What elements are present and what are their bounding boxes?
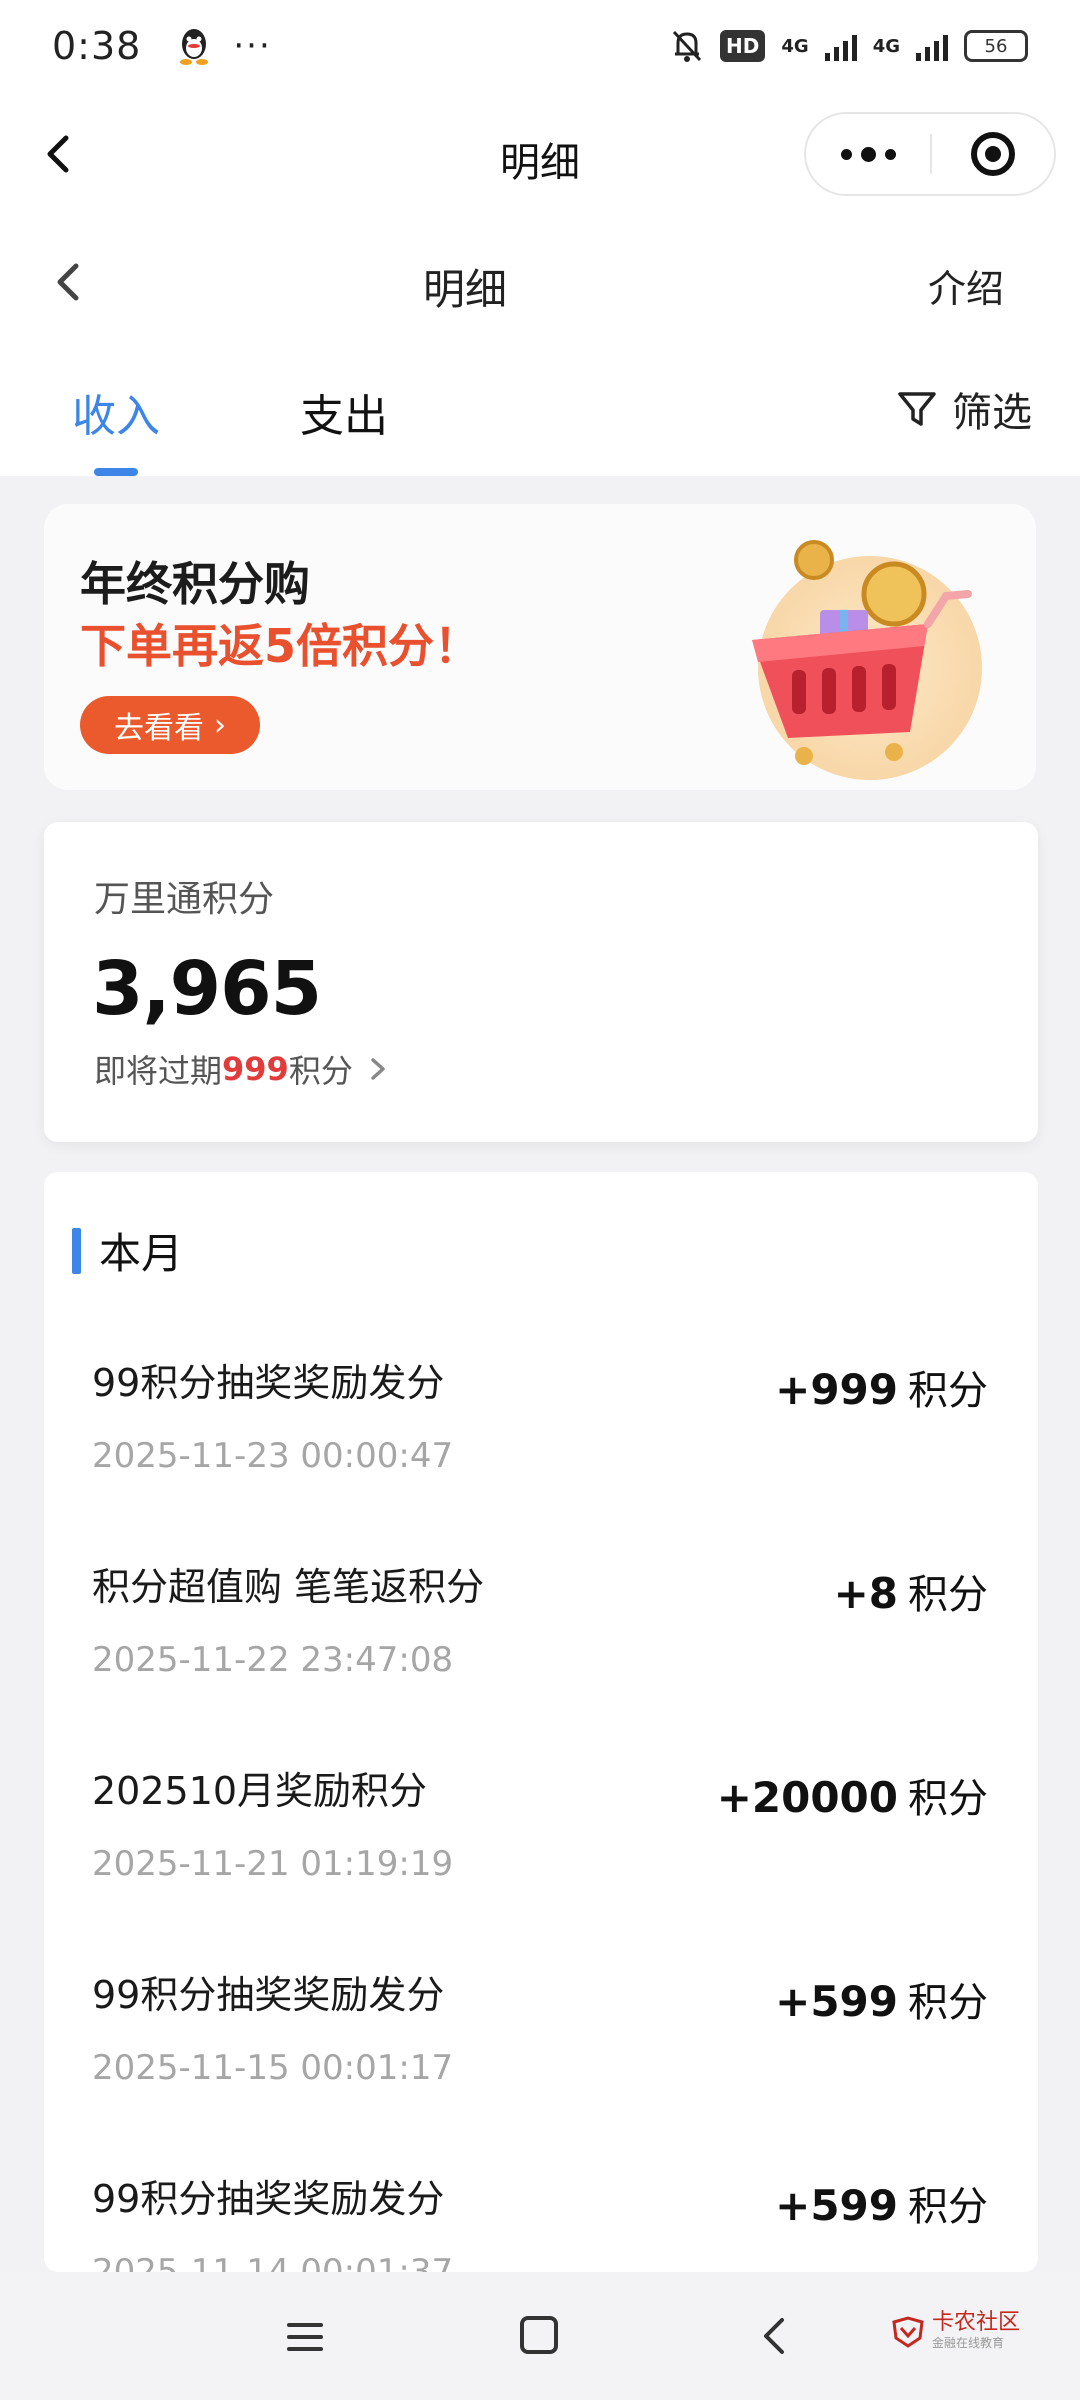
item-amount-value: +8 (833, 1569, 898, 1618)
chevron-right-icon (371, 1058, 385, 1080)
item-title: 202510月奖励积分 (92, 1769, 428, 1813)
item-amount-value: +599 (775, 2181, 898, 2230)
tab-bar: 收入 支出 筛选 (0, 340, 1080, 476)
signal-2-icon (916, 31, 948, 61)
watermark-logo-icon (892, 2315, 924, 2348)
tab-income[interactable]: 收入 (72, 380, 160, 444)
signal-2-label: 4G (872, 35, 900, 57)
home-icon[interactable] (520, 2316, 558, 2354)
item-amount-unit: 积分 (908, 1980, 988, 2026)
list-item[interactable]: 积分超值购 笔笔返积分 2025-11-22 23:47:08 +8 积分 (44, 1556, 1038, 1760)
promo-banner[interactable]: 年终积分购 下单再返5倍积分！ 去看看 › (44, 504, 1036, 790)
system-nav-bar: 卡农社区 金融在线教育 (0, 2272, 1080, 2400)
filter-icon (898, 392, 936, 426)
page-title: 明细 (422, 265, 507, 314)
promo-go-button[interactable]: 去看看 › (80, 696, 260, 754)
page-title-wrap: 明细 (0, 256, 1080, 317)
battery-icon: 56 (964, 30, 1028, 62)
item-date: 2025-11-23 00:00:47 (92, 1436, 454, 1476)
item-title: 99积分抽奖奖励发分 (92, 2177, 445, 2221)
section-title: 本月 (99, 1229, 184, 1278)
list-item[interactable]: 99积分抽奖奖励发分 2025-11-15 00:01:17 +599 积分 (44, 1964, 1038, 2168)
expiring-points-link[interactable]: 即将过期 999 积分 (94, 1046, 389, 1092)
watermark: 卡农社区 金融在线教育 (890, 2312, 1020, 2351)
item-title: 99积分抽奖奖励发分 (92, 1361, 445, 1405)
promo-subtitle: 下单再返5倍积分！ (80, 619, 481, 673)
chevron-right-icon: › (214, 707, 226, 743)
item-date: 2025-11-14 00:01:37 (92, 2252, 454, 2272)
mini-program-nav: 明细 (0, 92, 1080, 218)
signal-1-label: 4G (781, 35, 809, 57)
recent-apps-icon[interactable] (286, 2320, 324, 2354)
item-date: 2025-11-22 23:47:08 (92, 1640, 454, 1680)
item-amount-value: +20000 (716, 1773, 898, 1822)
capsule-menu (804, 112, 1056, 196)
item-date: 2025-11-15 00:01:17 (92, 2048, 454, 2088)
item-title: 99积分抽奖奖励发分 (92, 1973, 445, 2017)
item-amount: +8 积分 (834, 1562, 988, 1620)
item-date: 2025-11-21 01:19:19 (92, 1844, 454, 1884)
close-target-icon[interactable] (932, 114, 1054, 194)
hd-badge: HD (720, 30, 766, 62)
battery-level: 56 (984, 35, 1008, 57)
item-amount-value: +599 (775, 1977, 898, 2026)
tab-expense[interactable]: 支出 (300, 380, 388, 444)
expire-prefix: 即将过期 (94, 1052, 223, 1090)
qq-icon (180, 29, 209, 65)
item-amount: +599 积分 (775, 1970, 988, 2028)
list-item[interactable]: 99积分抽奖奖励发分 2025-11-14 00:01:37 +599 积分 (44, 2168, 1038, 2272)
system-back-icon[interactable] (758, 2314, 788, 2358)
more-menu-icon[interactable] (806, 114, 930, 194)
section-accent-bar (72, 1227, 81, 1274)
intro-link[interactable]: 介绍 (928, 258, 1004, 313)
status-more-icon: ··· (233, 26, 272, 66)
watermark-text: 卡农社区 (931, 2310, 1020, 2335)
expire-suffix: 积分 (288, 1052, 353, 1090)
expire-value: 999 (222, 1050, 289, 1088)
filter-label: 筛选 (952, 390, 1032, 436)
item-title: 积分超值购 笔笔返积分 (92, 1565, 485, 1609)
shopping-cart-illustration (752, 540, 982, 780)
points-value: 3,965 (92, 946, 322, 1032)
signal-1-icon (824, 31, 857, 61)
bell-muted-icon (672, 30, 702, 62)
points-card: 万里通积分 3,965 即将过期 999 积分 (44, 822, 1038, 1142)
transaction-list: 本月 99积分抽奖奖励发分 2025-11-23 00:00:47 +999 积… (44, 1172, 1038, 2272)
watermark-subtext: 金融在线教育 (931, 2336, 1004, 2350)
item-amount: +20000 积分 (717, 1766, 988, 1824)
status-icons: HD 4G 4G 56 (670, 28, 1028, 64)
list-item[interactable]: 202510月奖励积分 2025-11-21 01:19:19 +20000 积… (44, 1760, 1038, 1964)
month-section-header: 本月 (72, 1220, 183, 1281)
filter-button[interactable]: 筛选 (896, 380, 1032, 438)
status-time: 0:38 (52, 24, 142, 68)
promo-title: 年终积分购 (80, 557, 310, 611)
item-amount-unit: 积分 (908, 2184, 988, 2230)
item-amount-unit: 积分 (908, 1776, 988, 1822)
item-amount: +999 积分 (775, 1358, 988, 1416)
item-amount-unit: 积分 (908, 1368, 988, 1414)
list-item[interactable]: 99积分抽奖奖励发分 2025-11-23 00:00:47 +999 积分 (44, 1352, 1038, 1556)
item-amount-unit: 积分 (908, 1572, 988, 1618)
page-header: 明细 介绍 (0, 218, 1080, 340)
item-amount-value: +999 (775, 1365, 898, 1414)
item-amount: +599 积分 (775, 2174, 988, 2232)
tab-active-indicator (94, 468, 138, 476)
points-label: 万里通积分 (94, 879, 275, 920)
status-bar: 0:38 ··· HD 4G 4G 56 (0, 0, 1080, 92)
promo-go-label: 去看看 (114, 711, 204, 746)
